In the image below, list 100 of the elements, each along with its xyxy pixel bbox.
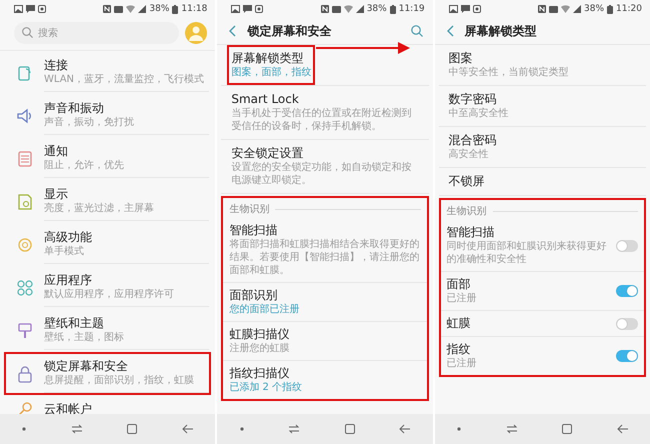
clock-time: 11:20 [616, 4, 642, 14]
sim-icon [549, 6, 558, 12]
item-subtitle: 高安全性 [448, 148, 490, 161]
battery-icon [390, 4, 396, 14]
item-subtitle: 中等安全性，当前锁定类型 [448, 66, 569, 79]
setting-item[interactable]: 屏幕解锁类型 图案，面部，指纹 [227, 45, 316, 85]
dot-icon[interactable] [22, 427, 26, 431]
item-subtitle: 亮度，蓝光过滤，主屏幕 [44, 202, 155, 215]
picture-icon [14, 5, 23, 13]
back-icon[interactable] [399, 424, 410, 434]
setting-item[interactable]: 虹膜 [440, 311, 644, 337]
menu-item[interactable]: 连接 WLAN，蓝牙，流量监控，飞行模式 [4, 51, 212, 94]
item-title: 通知 [44, 144, 69, 159]
clock-time: 11:19 [398, 4, 425, 14]
dot-icon[interactable] [456, 427, 461, 431]
setting-item[interactable]: 不锁屏 [444, 168, 489, 195]
setting-item[interactable]: 智能扫描 同时使用面部和虹膜识别来获得更好的准确性和安全性 [440, 220, 644, 272]
setting-item[interactable]: 指纹 已注册 [440, 337, 644, 375]
notification-icon [16, 150, 34, 168]
section-title: 生物识别 [446, 204, 487, 218]
setting-item[interactable]: 面部识别 您的面部已注册 [223, 283, 427, 322]
item-subtitle: 您的面部已注册 [229, 303, 300, 316]
item-title: 面部识别 [229, 288, 278, 303]
toggle-switch[interactable] [616, 285, 638, 297]
item-subtitle: 注册您的虹膜 [229, 342, 290, 355]
item-title: 安全锁定设置 [231, 146, 304, 161]
section-title: 生物识别 [229, 202, 270, 216]
toggle-switch[interactable] [616, 240, 638, 252]
sim-icon [332, 6, 341, 12]
nfc-icon [538, 5, 546, 13]
item-subtitle: 已注册 [446, 357, 477, 370]
item-title: 虹膜扫描仪 [229, 327, 290, 342]
menu-item[interactable]: 锁定屏幕和安全 息屏提醒，面部识别，指纹，虹膜 [4, 352, 212, 395]
battery-percent: 38% [584, 4, 604, 14]
recent-apps-icon[interactable] [288, 424, 300, 434]
battery-percent: 38% [366, 4, 387, 14]
picture-icon [231, 5, 240, 13]
home-icon[interactable] [127, 424, 138, 434]
setting-item[interactable]: 安全锁定设置 设置您的安全锁定功能，如自动锁定和按电源键立即锁定。 [227, 140, 423, 193]
home-icon[interactable] [562, 424, 572, 434]
gear-icon [16, 236, 34, 254]
back-icon[interactable] [182, 424, 194, 434]
setting-item[interactable]: 面部 已注册 [440, 272, 644, 311]
home-icon[interactable] [344, 424, 355, 434]
menu-item[interactable]: 通知 阻止，允许，优先 [4, 137, 212, 180]
wifi-icon [344, 5, 353, 13]
item-subtitle: 阻止，允许，优先 [44, 159, 125, 172]
apps-icon [16, 278, 34, 296]
setting-item[interactable]: 虹膜扫描仪 注册您的虹膜 [223, 322, 427, 361]
chat-icon [26, 5, 35, 13]
toggle-switch[interactable] [616, 318, 638, 330]
back-icon[interactable] [446, 25, 455, 37]
back-icon[interactable] [229, 25, 238, 37]
item-subtitle: 将面部扫描和虹膜扫描相结合来取得更好的结果。若要使用【智能扫描】，请注册您的面部和虹膜。 [229, 238, 420, 277]
signal-icon [573, 5, 582, 13]
setting-item[interactable]: 混合密码 高安全性 [444, 127, 501, 167]
screen-title: 锁定屏幕和安全 [247, 22, 332, 40]
signal-icon [356, 5, 364, 13]
search-field[interactable]: 搜索 [14, 22, 180, 44]
nfc-icon [103, 5, 112, 13]
item-subtitle: 已添加 2 个指纹 [229, 381, 302, 394]
battery-icon [607, 4, 614, 14]
menu-item[interactable]: 显示 亮度，蓝光过滤，主屏幕 [4, 180, 212, 223]
item-subtitle: 默认应用程序，应用程序许可 [44, 288, 175, 301]
item-title: 锁定屏幕和安全 [44, 359, 129, 374]
setting-item[interactable]: 指纹扫描仪 已添加 2 个指纹 [223, 361, 427, 399]
back-icon[interactable] [616, 424, 628, 434]
menu-item[interactable]: 高级功能 单手模式 [4, 223, 212, 266]
item-title: 高级功能 [44, 230, 93, 245]
search-icon[interactable] [410, 25, 423, 37]
toggle-switch[interactable] [616, 350, 638, 362]
item-title: 图案 [448, 51, 474, 66]
sim-icon [114, 6, 124, 12]
setting-item[interactable]: 图案 中等安全性，当前锁定类型 [444, 45, 573, 85]
recent-apps-icon[interactable] [506, 424, 518, 434]
clock-time: 11:18 [181, 4, 208, 14]
chat-icon [243, 5, 252, 13]
item-title: 不锁屏 [448, 174, 485, 189]
display-icon [16, 192, 34, 210]
screen-title: 屏幕解锁类型 [464, 22, 537, 40]
search-icon [22, 27, 33, 38]
item-subtitle: 声音，振动，免打扰 [44, 116, 135, 129]
item-subtitle: 已注册 [446, 292, 477, 305]
signal-icon [138, 5, 146, 13]
setting-item[interactable]: 数字密码 中至高安全性 [444, 86, 513, 126]
menu-item[interactable]: 应用程序 默认应用程序，应用程序许可 [4, 266, 212, 309]
menu-item[interactable]: 壁纸和主题 壁纸，主题，图标 [4, 309, 212, 352]
item-subtitle: 当手机处于受信任的位置或在附近检测到受信任的设备时，保持手机解锁。 [231, 107, 412, 133]
dot-icon[interactable] [240, 427, 244, 431]
menu-item[interactable]: 声音和振动 声音，振动，免打扰 [4, 94, 212, 137]
chat-icon [460, 5, 470, 13]
wifi-icon [561, 5, 570, 13]
setting-item[interactable]: 智能扫描 将面部扫描和虹膜扫描相结合来取得更好的结果。若要使用【智能扫描】，请注册您的面部和虹膜。 [223, 218, 427, 283]
item-subtitle: 同时使用面部和虹膜识别来获得更好的准确性和安全性 [446, 240, 608, 266]
item-title: 显示 [44, 187, 69, 202]
setting-item[interactable]: Smart Lock 当手机处于受信任的位置或在附近检测到受信任的设备时，保持手机解锁。 [227, 86, 423, 139]
item-title: 应用程序 [44, 273, 93, 288]
recent-apps-icon[interactable] [70, 424, 83, 434]
item-title: 数字密码 [448, 92, 498, 107]
item-title: 壁纸和主题 [44, 316, 105, 331]
